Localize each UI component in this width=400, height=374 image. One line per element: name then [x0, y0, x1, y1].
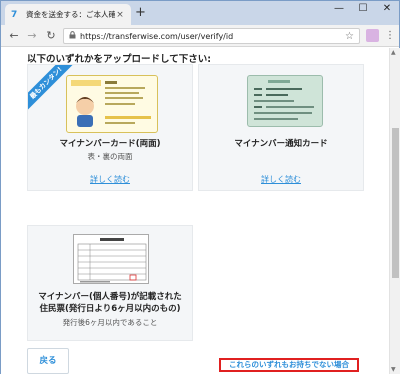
browser-menu-icon[interactable]: ⋮: [385, 29, 395, 42]
page-scrollbar[interactable]: ▲ ▼: [389, 48, 400, 374]
page-heading: 以下のいずれかをアップロードして下さい:: [27, 54, 212, 65]
card-title: マイナンバーカード(両面): [59, 139, 161, 149]
card-title-line-2: 住民票(発行日より6ヶ月以内のもの): [39, 304, 181, 314]
card-title: マイナンバー通知カード: [234, 139, 328, 149]
card-notification-card[interactable]: マイナンバー通知カード 詳しく読む: [198, 64, 364, 191]
maximize-button[interactable]: ☐: [354, 3, 372, 14]
new-tab-button[interactable]: +: [135, 6, 146, 20]
card-title-line-1: マイナンバー(個人番号)が記載された: [38, 292, 182, 302]
scroll-down-icon[interactable]: ▼: [391, 366, 396, 373]
minimize-button[interactable]: —: [330, 3, 348, 14]
card-subtitle: 発行後6ヶ月以内であること: [62, 318, 158, 327]
tab-title: 資金を送金する：ご本人確認: [26, 10, 115, 19]
card-residence-certificate[interactable]: マイナンバー(個人番号)が記載された 住民票(発行日より6ヶ月以内のもの) 発行…: [27, 225, 193, 341]
tab-strip: 7 資金を送金する：ご本人確認 × + — ☐ ✕: [1, 1, 399, 25]
read-more-link[interactable]: 詳しく読む: [199, 174, 363, 185]
forward-arrow-icon[interactable]: →: [24, 28, 40, 44]
page-content: 以下のいずれかをアップロードして下さい: 最もカンタン! マイナンバーカード(両…: [1, 48, 389, 374]
transferwise-favicon-icon: 7: [11, 9, 18, 20]
browser-window: 7 資金を送金する：ご本人確認 × + — ☐ ✕ ← → ↻ https://…: [0, 0, 400, 374]
url-text: https://transferwise.com/user/verify/id: [80, 31, 234, 41]
read-more-link[interactable]: 詳しく読む: [28, 174, 192, 185]
scrollbar-thumb[interactable]: [392, 128, 399, 278]
reload-icon[interactable]: ↻: [43, 28, 59, 44]
none-of-these-link[interactable]: これらのいずれもお持ちでない場合: [219, 358, 359, 372]
card-my-number-card[interactable]: 最もカンタン! マイナンバーカード(両面) 表・裏の両面 詳しく読む: [27, 64, 193, 191]
notification-card-image: [247, 75, 323, 127]
tab-close-icon[interactable]: ×: [115, 10, 125, 20]
browser-tab[interactable]: 7 資金を送金する：ご本人確認 ×: [5, 4, 131, 25]
profile-avatar[interactable]: [366, 29, 379, 42]
scroll-up-icon[interactable]: ▲: [391, 49, 396, 56]
back-button[interactable]: 戻る: [27, 348, 69, 374]
residence-certificate-image: [73, 234, 149, 284]
bookmark-star-icon[interactable]: ☆: [345, 31, 354, 42]
card-subtitle: 表・裏の両面: [87, 152, 133, 161]
lock-icon: [69, 31, 76, 41]
browser-toolbar: ← → ↻ https://transferwise.com/user/veri…: [1, 25, 399, 47]
my-number-card-image: [66, 75, 158, 133]
back-arrow-icon[interactable]: ←: [6, 28, 22, 44]
address-bar[interactable]: https://transferwise.com/user/verify/id …: [63, 28, 360, 44]
window-close-button[interactable]: ✕: [378, 3, 396, 14]
